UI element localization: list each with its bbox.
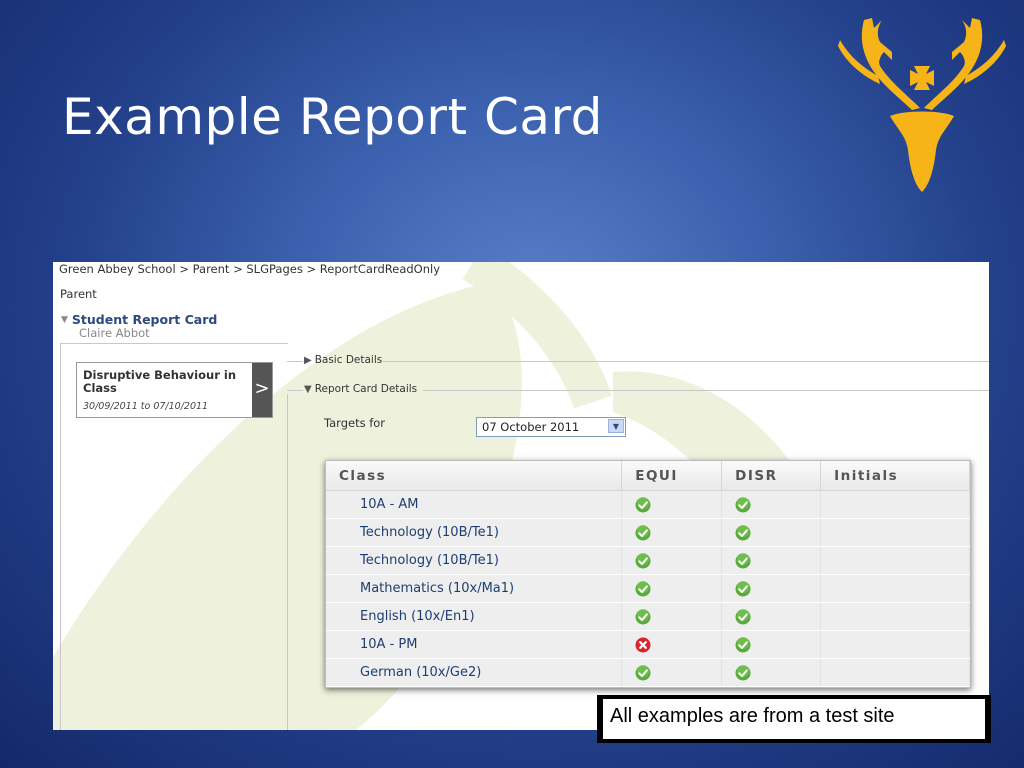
initials-cell [820,546,970,575]
green-check-icon [721,574,822,603]
column-header-initials[interactable]: Initials [820,461,970,491]
class-link[interactable]: Technology (10B/Te1) [326,546,623,575]
column-header-disr[interactable]: DISR [721,461,822,491]
collapse-triangle-icon[interactable]: ▼ [61,315,68,325]
green-check-icon [721,658,822,687]
green-check-icon [721,602,822,631]
initials-cell [820,658,970,687]
basic-details-label: Basic Details [314,354,383,366]
green-check-icon [621,574,723,603]
table-row: English (10x/En1) [326,602,970,631]
behaviour-card[interactable]: Disruptive Behaviour in Class 30/09/2011… [76,362,273,418]
report-card-details-toggle[interactable]: ▼ Report Card Details [304,383,417,395]
initials-cell [820,602,970,631]
chevron-right-icon[interactable]: > [252,363,272,417]
green-check-icon [721,518,822,547]
chevron-down-icon[interactable]: ▼ [608,419,624,433]
class-link[interactable]: English (10x/En1) [326,602,623,631]
table-row: 10A - AM [326,490,970,519]
report-grid: Class EQUI DISR Initials 10A - AM Technol… [325,460,971,688]
class-link[interactable]: 10A - AM [326,490,623,519]
class-link[interactable]: German (10x/Ge2) [326,658,623,687]
stag-head-icon [838,18,1006,192]
selected-date: 07 October 2011 [482,420,580,434]
report-card-screenshot: Green Abbey School > Parent > SLGPages >… [53,262,989,730]
targets-label: Targets for [324,416,386,430]
class-link[interactable]: 10A - PM [326,630,623,659]
green-check-icon [721,490,822,519]
slide-title: Example Report Card [62,88,603,146]
caption-box: All examples are from a test site [597,695,991,743]
behaviour-dates: 30/09/2011 to 07/10/2011 [83,401,209,412]
green-check-icon [721,546,822,575]
table-row: Mathematics (10x/Ma1) [326,574,970,603]
breadcrumb[interactable]: Green Abbey School > Parent > SLGPages >… [59,262,440,276]
table-row: Technology (10B/Te1) [326,546,970,575]
student-name: Claire Abbot [79,326,150,340]
card-title: Student Report Card [71,312,218,327]
collapse-triangle-icon: ▼ [304,384,312,395]
green-check-icon [721,630,822,659]
fieldset-line [287,361,303,362]
fieldset-line [287,390,303,391]
grid-header-row: Class EQUI DISR Initials [326,461,970,491]
class-link[interactable]: Mathematics (10x/Ma1) [326,574,623,603]
table-row: Technology (10B/Te1) [326,518,970,547]
green-check-icon [621,546,723,575]
column-header-class[interactable]: Class [326,461,623,491]
section-label: Parent [60,287,97,301]
initials-cell [820,630,970,659]
fieldset-line [383,361,989,362]
red-cross-icon [621,630,723,659]
fieldset-border [287,394,288,730]
initials-cell [820,518,970,547]
expand-triangle-icon: ▶ [304,355,312,366]
table-row: German (10x/Ge2) [326,658,970,687]
green-check-icon [621,658,723,687]
green-check-icon [621,490,723,519]
table-row: 10A - PM [326,630,970,659]
behaviour-title: Disruptive Behaviour in Class [83,368,237,395]
report-card-details-label: Report Card Details [314,383,418,395]
green-check-icon [621,602,723,631]
column-header-equi[interactable]: EQUI [621,461,723,491]
caption-text: All examples are from a test site [603,699,985,739]
fieldset-line [423,390,989,391]
class-link[interactable]: Technology (10B/Te1) [326,518,623,547]
initials-cell [820,490,970,519]
targets-date-select[interactable]: 07 October 2011 ▼ [476,417,626,437]
green-check-icon [621,518,723,547]
basic-details-toggle[interactable]: ▶ Basic Details [304,354,382,366]
initials-cell [820,574,970,603]
